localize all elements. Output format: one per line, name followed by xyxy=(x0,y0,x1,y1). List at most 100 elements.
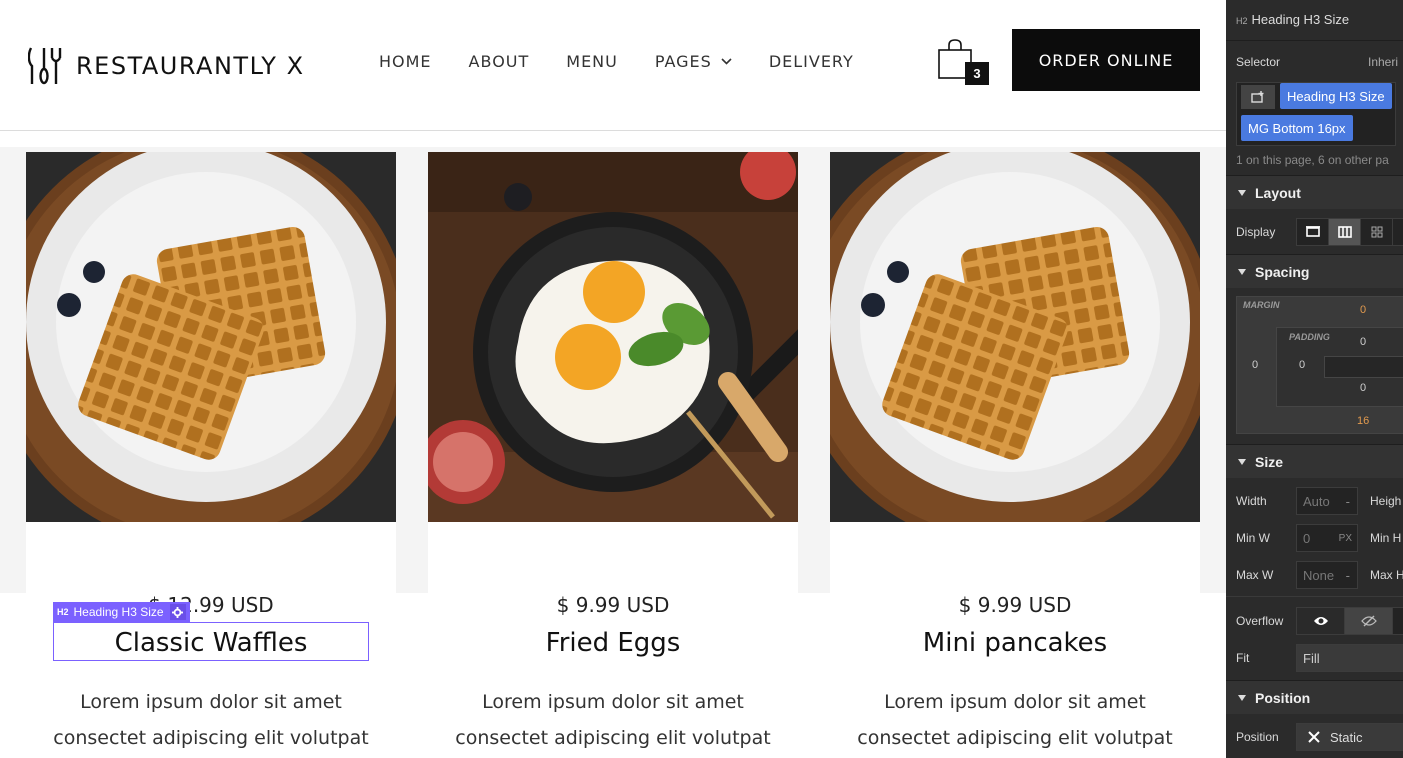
collapse-triangle-icon xyxy=(1238,189,1246,196)
min-width-unit[interactable]: PX xyxy=(1339,533,1352,544)
nav-delivery[interactable]: DELIVERY xyxy=(769,52,854,71)
spacing-section-title: Spacing xyxy=(1255,263,1310,280)
size-section-title: Size xyxy=(1255,453,1284,470)
mini-pancakes-image xyxy=(830,152,1200,522)
max-height-label: Max H xyxy=(1370,568,1403,582)
card-description-line: Lorem ipsum dolor sit amet xyxy=(482,691,744,713)
nav-pages[interactable]: PAGES xyxy=(655,52,732,71)
overflow-toggle[interactable] xyxy=(1296,607,1403,635)
card-description: Lorem ipsum dolor sit amet consectet adi… xyxy=(26,684,396,756)
collapse-triangle-icon xyxy=(1238,268,1246,275)
selector-usage-note: 1 on this page, 6 on other pa xyxy=(1236,153,1389,167)
layout-section-header[interactable]: Layout xyxy=(1226,175,1403,209)
style-panel: H2 Heading H3 Size Selector Inheri Headin… xyxy=(1226,0,1403,758)
overflow-label: Overflow xyxy=(1236,614,1284,628)
menu-card[interactable]: $ 9.99 USD Mini pancakes Lorem ipsum dol… xyxy=(830,152,1200,758)
card-price: $ 9.99 USD xyxy=(958,593,1072,617)
position-select-value: Static xyxy=(1330,729,1363,745)
display-toggle[interactable] xyxy=(1296,218,1403,246)
min-width-label: Min W xyxy=(1236,531,1270,545)
class-chip[interactable]: Heading H3 Size xyxy=(1280,83,1392,109)
content-box xyxy=(1324,356,1403,378)
margin-top-value[interactable]: 0 xyxy=(1360,304,1366,316)
display-flex-icon[interactable] xyxy=(1329,219,1361,245)
position-label: Position xyxy=(1236,730,1279,744)
logo[interactable]: RESTAURANTLY X xyxy=(28,46,305,86)
eye-icon[interactable] xyxy=(1297,608,1345,634)
max-width-input-value: None xyxy=(1303,567,1335,583)
close-icon xyxy=(1308,731,1320,743)
card-description-line: consectet adipiscing elit volutpat xyxy=(857,727,1173,749)
position-select[interactable]: Static xyxy=(1296,723,1403,751)
panel-element-title: H2 Heading H3 Size xyxy=(1236,12,1349,27)
position-section-title: Position xyxy=(1255,689,1311,706)
display-label: Display xyxy=(1236,225,1276,239)
fit-select[interactable]: Fill xyxy=(1296,644,1403,672)
min-width-input[interactable]: 0 PX xyxy=(1296,524,1358,552)
divider xyxy=(1226,596,1403,597)
fried-eggs-image xyxy=(428,152,798,522)
max-width-unit[interactable]: - xyxy=(1346,568,1350,583)
nav-pages-label: PAGES xyxy=(654,52,712,71)
gear-icon[interactable] xyxy=(169,604,186,620)
nav-menu[interactable]: MENU xyxy=(566,52,618,71)
margin-bottom-value[interactable]: 16 xyxy=(1357,415,1369,427)
logo-text: RESTAURANTLY X xyxy=(76,52,305,80)
selector-inherit-label[interactable]: Inheri xyxy=(1368,55,1398,69)
heading-tag-icon: H2 xyxy=(57,607,69,617)
card-price: $ 9.99 USD xyxy=(556,593,670,617)
heading-tag-icon: H2 xyxy=(1236,16,1248,26)
selector-menu-icon[interactable] xyxy=(1241,85,1275,109)
nav-home[interactable]: HOME xyxy=(379,52,432,71)
min-height-label: Min H xyxy=(1370,531,1402,545)
card-description-line: consectet adipiscing elit volutpat xyxy=(53,727,369,749)
margin-label: MARGIN xyxy=(1243,300,1280,310)
padding-label: PADDING xyxy=(1289,332,1330,342)
display-block-icon[interactable] xyxy=(1297,219,1329,245)
selected-element-label: Heading H3 Size xyxy=(73,605,164,619)
max-width-label: Max W xyxy=(1236,568,1274,582)
min-width-input-value: 0 xyxy=(1303,530,1311,546)
selected-element-tag[interactable]: H2 Heading H3 Size xyxy=(53,602,190,622)
card-description: Lorem ipsum dolor sit amet consectet adi… xyxy=(428,684,798,756)
card-description-line: consectet adipiscing elit volutpat xyxy=(455,727,771,749)
divider xyxy=(1226,40,1403,41)
order-online-button[interactable]: ORDER ONLINE xyxy=(1012,29,1200,91)
cart-button[interactable]: 3 xyxy=(937,38,989,86)
cart-count-badge: 3 xyxy=(965,62,989,85)
card-title: Fried Eggs xyxy=(545,628,681,658)
chevron-down-icon xyxy=(721,58,732,65)
collapse-triangle-icon xyxy=(1238,458,1246,465)
max-width-input[interactable]: None - xyxy=(1296,561,1358,589)
width-input[interactable]: Auto - xyxy=(1296,487,1358,515)
position-section-header[interactable]: Position xyxy=(1226,680,1403,714)
panel-element-name: Heading H3 Size xyxy=(1251,12,1350,27)
padding-top-value[interactable]: 0 xyxy=(1360,336,1366,348)
eye-off-icon[interactable] xyxy=(1345,608,1393,634)
menu-card[interactable]: $ 9.99 USD Fried Eggs Lorem ipsum dolor … xyxy=(428,152,798,758)
width-label: Width xyxy=(1236,494,1267,508)
site-header: RESTAURANTLY X HOME ABOUT MENU PAGES DEL… xyxy=(0,0,1226,131)
margin-left-value[interactable]: 0 xyxy=(1252,359,1258,371)
layout-section-title: Layout xyxy=(1255,184,1301,201)
collapse-triangle-icon xyxy=(1238,694,1246,701)
width-input-value: Auto xyxy=(1303,493,1330,509)
padding-bottom-value[interactable]: 0 xyxy=(1360,382,1366,394)
selected-element-outline xyxy=(53,622,369,661)
class-chip[interactable]: MG Bottom 16px xyxy=(1241,115,1353,141)
card-description-line: Lorem ipsum dolor sit amet xyxy=(80,691,342,713)
width-unit[interactable]: - xyxy=(1346,494,1350,509)
utensils-icon xyxy=(28,47,62,85)
card-description-line: Lorem ipsum dolor sit amet xyxy=(884,691,1146,713)
display-grid-icon[interactable] xyxy=(1361,219,1393,245)
padding-left-value[interactable]: 0 xyxy=(1299,359,1305,371)
spacing-section-header[interactable]: Spacing xyxy=(1226,254,1403,288)
menu-card[interactable]: $ 12.99 USD Classic Waffles Lorem ipsum … xyxy=(26,152,396,758)
size-section-header[interactable]: Size xyxy=(1226,444,1403,478)
nav-about[interactable]: ABOUT xyxy=(469,52,530,71)
main-nav: HOME ABOUT MENU PAGES DELIVERY xyxy=(379,52,891,71)
card-title: Mini pancakes xyxy=(922,628,1108,658)
selector-label: Selector xyxy=(1236,55,1281,69)
fit-label: Fit xyxy=(1236,651,1250,665)
waffles-image xyxy=(26,152,396,522)
